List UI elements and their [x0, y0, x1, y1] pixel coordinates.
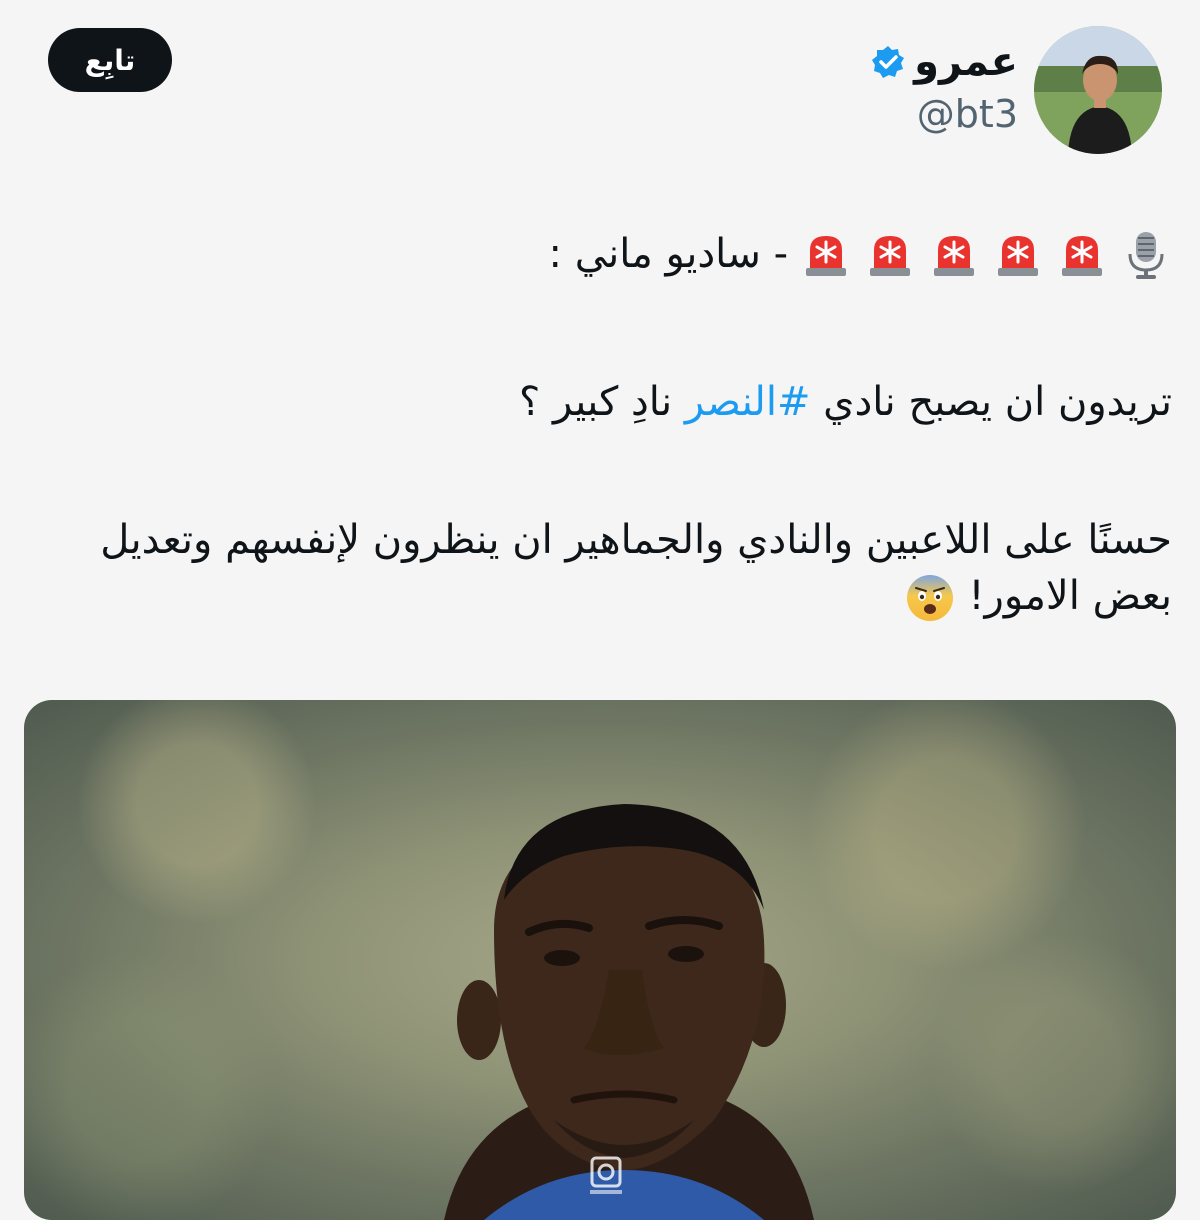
- avatar-image: [1034, 26, 1162, 154]
- tweet-line-3-text: حسنًا على اللاعبين والنادي والجماهير ان …: [100, 517, 1172, 619]
- tweet-line-1: - ساديو ماني :: [28, 226, 1172, 282]
- user-info: عمرو @bt3: [870, 34, 1018, 136]
- tweet-line-2-before: تريدون ان يصبح نادي: [810, 379, 1172, 425]
- siren-icon: [864, 228, 916, 280]
- siren-icon: [1056, 228, 1108, 280]
- watermark-logo: [584, 1154, 628, 1198]
- tweet-line-2-after: نادِ كبير ؟: [519, 379, 685, 425]
- fearful-face-icon: [904, 572, 956, 624]
- avatar[interactable]: [1034, 26, 1162, 154]
- display-name[interactable]: عمرو: [914, 34, 1018, 90]
- name-row: عمرو: [870, 34, 1018, 90]
- player-image: [444, 804, 814, 1220]
- microphone-icon: [1120, 228, 1172, 280]
- verified-badge-icon: [870, 44, 906, 80]
- siren-icon: [928, 228, 980, 280]
- tweet-line-3: حسنًا على اللاعبين والنادي والجماهير ان …: [28, 512, 1172, 624]
- follow-button[interactable]: تابِع: [48, 28, 172, 92]
- siren-icon: [800, 228, 852, 280]
- hashtag-link[interactable]: #النصر: [685, 379, 811, 425]
- tweet-line-1-text: - ساديو ماني :: [548, 231, 788, 277]
- tweet-line-2: تريدون ان يصبح نادي #النصر نادِ كبير ؟: [28, 374, 1172, 430]
- tweet-photo[interactable]: [24, 700, 1176, 1220]
- siren-icon: [992, 228, 1044, 280]
- user-handle[interactable]: @bt3: [870, 92, 1018, 136]
